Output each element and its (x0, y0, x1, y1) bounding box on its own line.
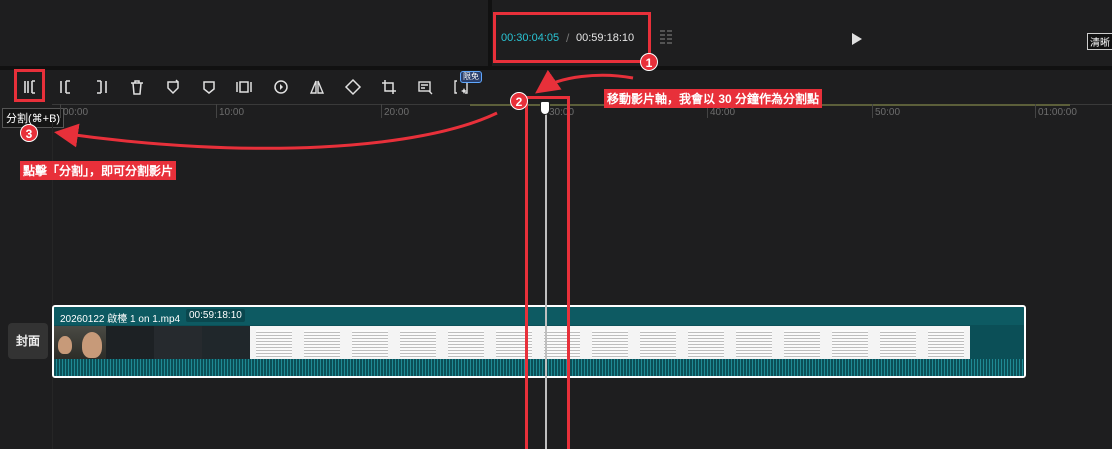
crop-icon[interactable] (378, 76, 400, 98)
split-right-icon[interactable] (90, 76, 112, 98)
thumbnail-document (298, 326, 346, 362)
ruler-label: 50:00 (875, 107, 901, 118)
split-left-icon[interactable] (55, 76, 77, 98)
ruler-tick (381, 104, 382, 118)
annotation-box-playhead (525, 96, 570, 449)
timeline-grid-icon[interactable] (660, 30, 672, 44)
crop-ratio-icon[interactable] (233, 76, 255, 98)
step-1-label: 移動影片軸，我會以 30 分鐘作為分割點 (604, 89, 823, 108)
media-panel (0, 0, 488, 66)
thumbnail-screen (106, 326, 154, 362)
thumbnail-document (394, 326, 442, 362)
timeline-ruler[interactable] (52, 104, 1112, 121)
step-3-badge: 3 (20, 124, 38, 142)
play-icon[interactable] (852, 33, 862, 45)
clip-name: 20260122 啟檯 1 on 1.mp4 (60, 314, 181, 325)
delete-icon[interactable] (126, 76, 148, 98)
cover-button[interactable]: 封面 (8, 323, 48, 359)
quality-button[interactable]: 清晰 (1087, 33, 1112, 50)
auto-caption-icon[interactable] (414, 76, 436, 98)
rotate-icon[interactable] (342, 76, 364, 98)
thumbnail-screen (202, 326, 250, 362)
ruler-tick (60, 104, 61, 118)
thumbnail-document (682, 326, 730, 362)
step-3-label: 點擊「分割」，即可分割影片 (20, 161, 177, 180)
thumbnail-document (730, 326, 778, 362)
ruler-tick (1035, 104, 1036, 118)
annotation-box-timecode (493, 12, 651, 63)
mirror-icon[interactable] (306, 76, 328, 98)
ruler-label: 10:00 (219, 107, 245, 118)
ruler-label: 40:00 (710, 107, 736, 118)
marker-icon[interactable] (198, 76, 220, 98)
ruler-tick (216, 104, 217, 118)
thumbnail-document (250, 326, 298, 362)
free-badge: 限免 (460, 71, 482, 83)
clip-duration: 00:59:18:10 (186, 309, 245, 322)
thumbnail-document (586, 326, 634, 362)
thumbnail-screen (154, 326, 202, 362)
thumbnail-document (922, 326, 970, 362)
annotation-box-split (14, 69, 45, 102)
thumbnail-document (826, 326, 874, 362)
ruler-label: 20:00 (384, 107, 410, 118)
thumbnail-document (874, 326, 922, 362)
ruler-label: 00:00 (63, 107, 89, 118)
thumbnail-document (634, 326, 682, 362)
ruler-label: 01:00:00 (1038, 107, 1077, 118)
thumbnail-faces (54, 326, 106, 362)
ruler-tick (872, 104, 873, 118)
reverse-play-icon[interactable] (270, 76, 292, 98)
freeze-frame-icon[interactable] (162, 76, 184, 98)
thumbnail-document (778, 326, 826, 362)
step-1-badge: 1 (640, 53, 658, 71)
step-2-badge: 2 (510, 92, 528, 110)
thumbnail-document (442, 326, 490, 362)
thumbnail-document (346, 326, 394, 362)
